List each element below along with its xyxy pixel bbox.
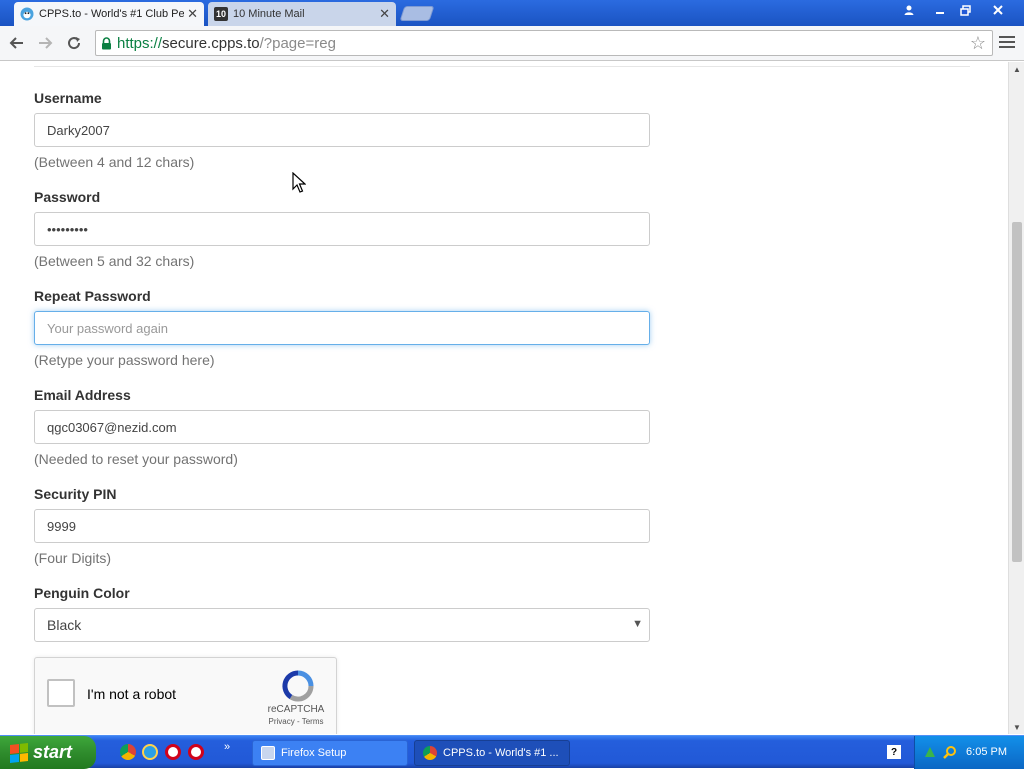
dropdown-arrow-icon: ▼ [632, 618, 643, 630]
recaptcha-links[interactable]: Privacy - Terms [259, 717, 333, 726]
repeat-password-hint: (Retype your password here) [34, 352, 215, 368]
repeat-password-input[interactable] [34, 311, 650, 345]
username-hint: (Between 4 and 12 chars) [34, 154, 195, 170]
username-label: Username [34, 90, 102, 106]
reload-icon[interactable] [63, 32, 85, 54]
close-window-icon[interactable] [985, 0, 1011, 20]
security-pin-input[interactable] [34, 509, 650, 543]
task-cpps-chrome[interactable]: CPPS.to - World's #1 ... [414, 740, 570, 766]
menu-icon[interactable] [998, 33, 1016, 51]
penguin-color-select[interactable]: Black ▼ [34, 608, 650, 642]
email-hint: (Needed to reset your password) [34, 451, 238, 467]
tab-cpps[interactable]: CPPS.to - World's #1 Club Pe ✕ [14, 2, 204, 26]
address-bar[interactable]: https://secure.cpps.to/?page=reg ☆ [95, 30, 993, 56]
browser-toolbar: https://secure.cpps.to/?page=reg ☆ [0, 26, 1024, 61]
password-label: Password [34, 189, 101, 205]
search-icon[interactable] [943, 745, 957, 759]
security-pin-label: Security PIN [34, 486, 117, 502]
scroll-down-icon[interactable]: ▼ [1009, 720, 1024, 734]
recaptcha-widget: I'm not a robot reCAPTCHA Privacy - Term… [34, 657, 337, 734]
close-icon[interactable]: ✕ [379, 6, 390, 22]
page-content: Username (Between 4 and 12 chars) Passwo… [0, 62, 1008, 734]
penguin-color-value: Black [47, 617, 82, 633]
ie-icon[interactable] [142, 744, 158, 760]
recaptcha-label: I'm not a robot [87, 686, 177, 702]
chrome-icon [423, 746, 437, 760]
profile-icon[interactable] [896, 0, 922, 20]
url-scheme: https:// [117, 34, 163, 52]
divider [34, 66, 970, 67]
restore-icon[interactable] [952, 0, 978, 20]
close-icon[interactable]: ✕ [187, 6, 198, 22]
password-hint: (Between 5 and 32 chars) [34, 253, 195, 269]
mouse-cursor-icon [292, 171, 307, 199]
minimize-icon[interactable] [927, 0, 953, 20]
installer-icon [261, 746, 275, 760]
recaptcha-brand: reCAPTCHA [267, 704, 325, 715]
scrollbar-thumb[interactable] [1012, 222, 1022, 562]
url-host: secure.cpps.to [162, 34, 260, 52]
back-icon[interactable] [6, 32, 28, 54]
10-icon: 10 [214, 7, 228, 21]
task-firefox-setup[interactable]: Firefox Setup [252, 740, 408, 766]
start-label: start [33, 742, 73, 762]
tab-10-minute-mail[interactable]: 10 10 Minute Mail ✕ [208, 2, 396, 26]
lock-icon [101, 36, 112, 50]
security-pin-hint: (Four Digits) [34, 550, 112, 566]
start-button[interactable]: start [0, 736, 96, 769]
taskbar: start » Firefox Setup CPPS.to - World's … [0, 735, 1024, 769]
chrome-icon[interactable] [120, 744, 136, 760]
tab-title: 10 Minute Mail [233, 8, 305, 20]
task-label: Firefox Setup [281, 747, 347, 759]
penguin-icon [20, 7, 34, 21]
forward-icon[interactable] [34, 32, 56, 54]
email-input[interactable] [34, 410, 650, 444]
url-path: /?page=reg [259, 34, 336, 52]
tab-strip: CPPS.to - World's #1 Club Pe ✕ 10 10 Min… [0, 0, 1024, 26]
scroll-up-icon[interactable]: ▲ [1009, 62, 1024, 76]
network-icon[interactable] [923, 745, 937, 759]
recaptcha-checkbox[interactable] [47, 679, 75, 707]
windows-flag-icon [10, 742, 28, 763]
chevron-right-icon[interactable]: » [224, 741, 230, 753]
repeat-password-label: Repeat Password [34, 288, 151, 304]
password-input[interactable] [34, 212, 650, 246]
bookmark-star-icon[interactable]: ☆ [970, 33, 986, 54]
opera-icon[interactable] [188, 744, 204, 760]
tab-title: CPPS.to - World's #1 Club Pe [39, 8, 185, 20]
penguin-color-label: Penguin Color [34, 585, 130, 601]
system-tray: 6:05 PM [914, 736, 1024, 769]
opera-icon[interactable] [165, 744, 181, 760]
username-input[interactable] [34, 113, 650, 147]
task-label: CPPS.to - World's #1 ... [443, 747, 559, 759]
email-label: Email Address [34, 387, 131, 403]
new-tab-button[interactable] [399, 6, 435, 21]
recaptcha-logo-icon [281, 670, 315, 707]
help-icon[interactable]: ? [887, 745, 901, 759]
vertical-scrollbar[interactable]: ▲ ▼ [1008, 62, 1024, 734]
clock: 6:05 PM [966, 746, 1007, 758]
